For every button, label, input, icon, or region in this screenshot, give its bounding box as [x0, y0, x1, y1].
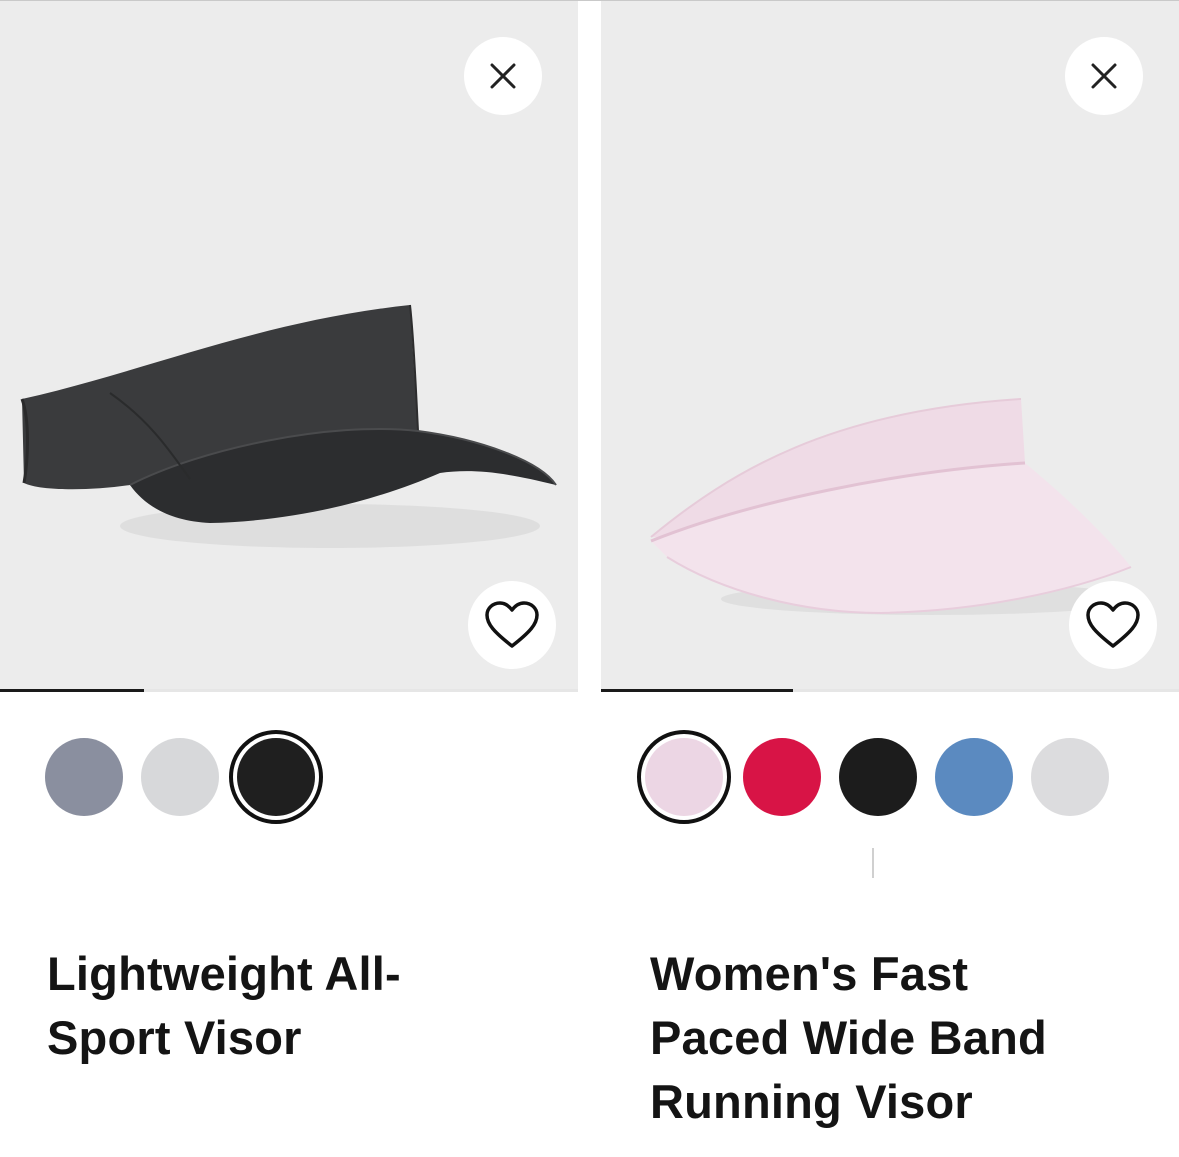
remove-product-button[interactable]	[1065, 37, 1143, 115]
product-image-1[interactable]	[0, 1, 578, 692]
color-swatch-red[interactable]	[743, 738, 821, 816]
remove-product-button[interactable]	[464, 37, 542, 115]
color-swatch-black[interactable]	[839, 738, 917, 816]
color-swatch-light-gray[interactable]	[141, 738, 219, 816]
color-swatches	[601, 730, 1179, 826]
color-swatch-gray-blue[interactable]	[45, 738, 123, 816]
close-icon	[490, 63, 516, 89]
image-carousel-progress	[0, 689, 578, 692]
close-icon	[1091, 63, 1117, 89]
product-title[interactable]: Lightweight All-Sport Visor	[47, 942, 467, 1070]
color-swatches	[0, 730, 578, 826]
color-swatch-black-selected[interactable]	[229, 730, 323, 824]
scroll-indicator	[872, 848, 874, 878]
product-card-1[interactable]: Lightweight All-Sport Visor	[0, 0, 578, 1157]
favorite-button[interactable]	[1069, 581, 1157, 669]
product-title[interactable]: Women's Fast Paced Wide Band Running Vis…	[650, 942, 1120, 1134]
image-carousel-progress	[601, 689, 1179, 692]
product-card-2[interactable]: Women's Fast Paced Wide Band Running Vis…	[601, 0, 1179, 1157]
product-image-2[interactable]	[601, 1, 1179, 692]
heart-outline-icon	[485, 601, 539, 648]
progress-fill	[0, 689, 144, 692]
color-swatch-denim-blue[interactable]	[935, 738, 1013, 816]
progress-fill	[601, 689, 793, 692]
heart-outline-icon	[1086, 601, 1140, 648]
color-swatch-light-pink-selected[interactable]	[637, 730, 731, 824]
favorite-button[interactable]	[468, 581, 556, 669]
color-swatch-light-gray[interactable]	[1031, 738, 1109, 816]
